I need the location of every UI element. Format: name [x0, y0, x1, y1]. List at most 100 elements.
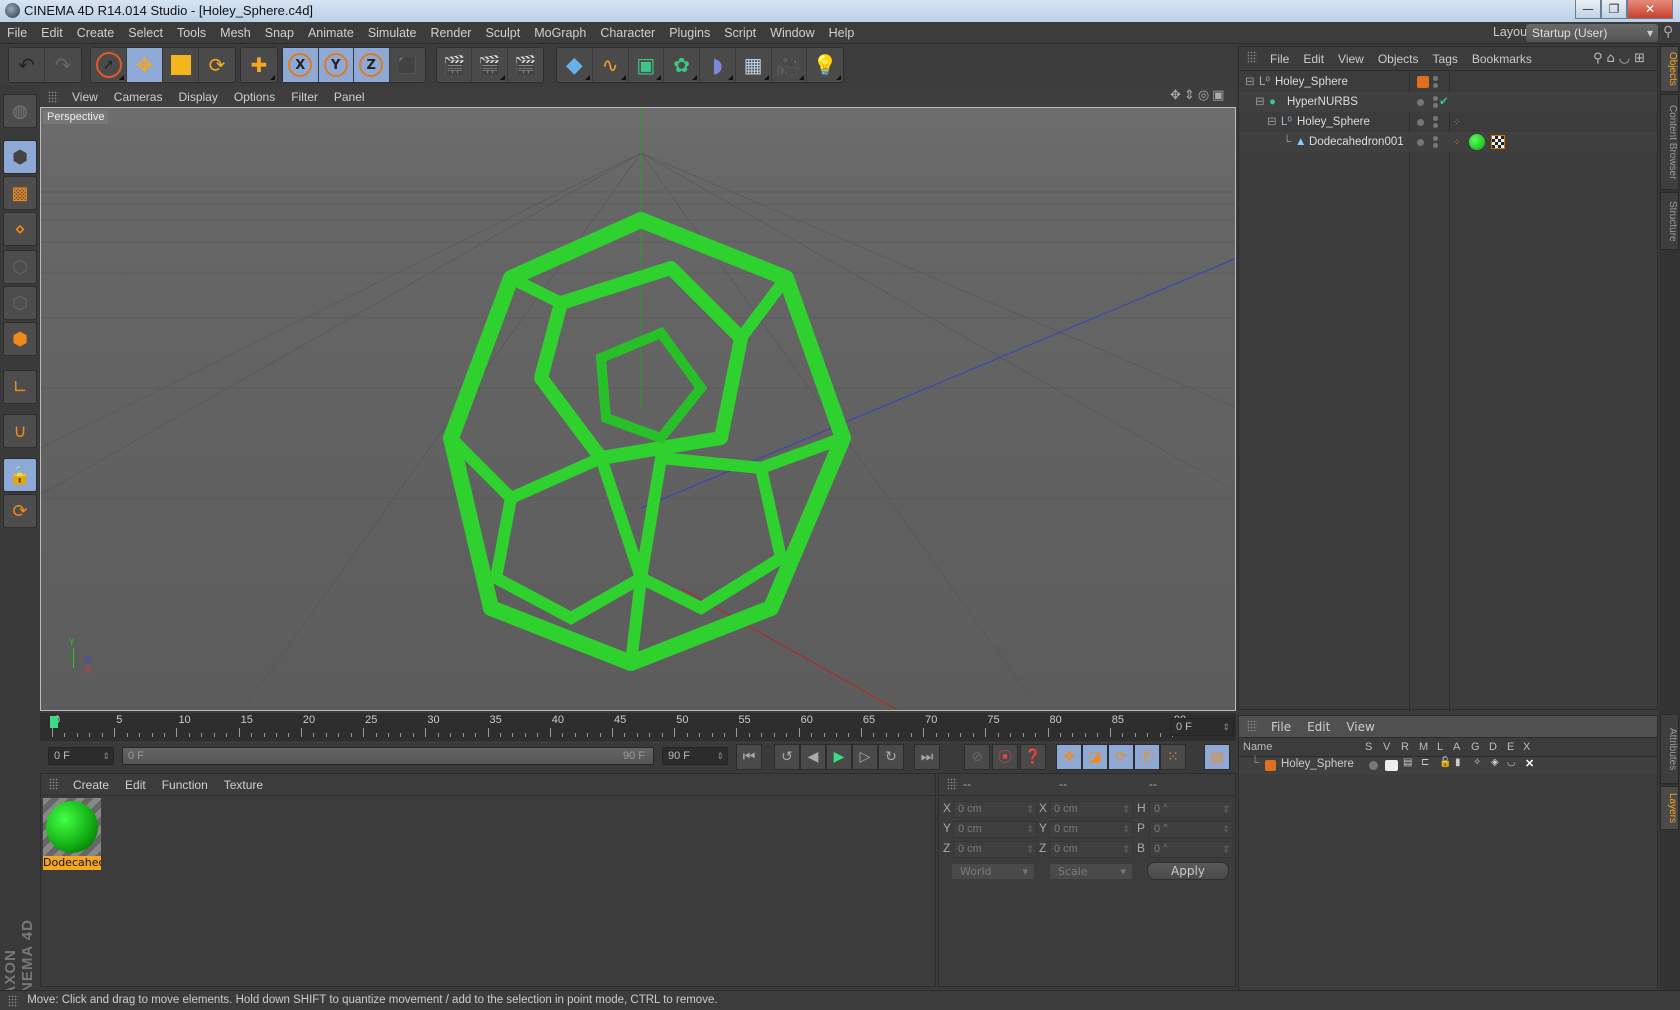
tab-content-browser[interactable]: Content Browser [1660, 94, 1679, 190]
add-deformer-button[interactable]: ◗ [700, 48, 736, 82]
object-menu-view[interactable]: View [1331, 47, 1371, 71]
object-row[interactable]: ⊟ L⁰ Holey_Sphere ⁘ [1239, 112, 1657, 132]
apply-button[interactable]: Apply [1147, 862, 1229, 880]
collapse-icon[interactable]: ⊟ [1245, 72, 1255, 92]
uvw-tag-icon[interactable] [1491, 135, 1505, 149]
generator-icon[interactable]: ✧ [1473, 757, 1481, 768]
lock-icon[interactable]: 🔓 [1439, 757, 1451, 768]
new-window-icon[interactable]: ⊞ [1634, 51, 1649, 66]
y-axis-lock-button[interactable]: Y [318, 48, 354, 82]
column-solo[interactable]: S [1365, 741, 1372, 753]
phong-tag-icon[interactable]: ⁘ [1453, 132, 1461, 152]
search-icon[interactable]: ⚲ [1663, 24, 1673, 40]
polygons-mode-button[interactable]: ⬢ [3, 322, 37, 356]
rotate-key-button[interactable]: ⟳ [1108, 744, 1134, 770]
move-tool-button[interactable]: ✥ [127, 48, 163, 82]
play-button[interactable]: ▶ [826, 744, 852, 770]
pos-y-field[interactable]: 0 cm [953, 821, 1037, 838]
end-frame-field[interactable]: 90 F ⇕ [662, 747, 728, 765]
snap-button[interactable]: ∪ [3, 414, 37, 448]
viewport-menu-filter[interactable]: Filter [283, 87, 326, 107]
viewport-menu-view[interactable]: View [64, 87, 106, 107]
layer-menu-view[interactable]: View [1338, 716, 1382, 738]
expression-icon[interactable]: ◡ [1507, 757, 1516, 768]
model-mode-button[interactable]: ⬢ [3, 140, 37, 174]
viewport-menu-options[interactable]: Options [226, 87, 283, 107]
timeline-window-button[interactable]: ▤ [1204, 744, 1230, 770]
size-y-field[interactable]: 0 cm [1049, 821, 1133, 838]
orbit-icon[interactable]: ◎ [1198, 88, 1212, 103]
column-render[interactable]: R [1401, 741, 1409, 753]
solo-toggle[interactable] [1369, 761, 1378, 770]
camera-label[interactable]: Perspective [43, 110, 109, 124]
menu-animate[interactable]: Animate [301, 22, 361, 44]
layer-menu-file[interactable]: File [1263, 716, 1299, 738]
redo-button[interactable]: ↷ [45, 48, 81, 82]
material-menu-create[interactable]: Create [65, 774, 117, 796]
layer-menu-edit[interactable]: Edit [1299, 716, 1338, 738]
dodecahedron-object[interactable] [443, 212, 851, 671]
autokey-button[interactable]: ⊘ [964, 744, 990, 770]
panel-grip-icon[interactable] [1247, 51, 1257, 63]
coordinate-space-dropdown[interactable]: World [951, 863, 1035, 880]
material-menu-texture[interactable]: Texture [216, 774, 271, 796]
edges-mode-button[interactable]: ⬡ [3, 286, 37, 320]
layer-color-swatch[interactable] [1265, 760, 1276, 771]
current-frame-field[interactable]: 0 F ⇕ [1170, 718, 1234, 736]
column-locked[interactable]: L [1437, 741, 1443, 753]
material-swatch[interactable]: Dodecahec [43, 798, 101, 870]
editor-visibility-dot[interactable] [1433, 76, 1438, 81]
layout-dropdown[interactable]: Startup (User) [1526, 24, 1658, 42]
pan-icon[interactable]: ✥ [1170, 88, 1184, 103]
menu-render[interactable]: Render [423, 22, 478, 44]
layer-dot[interactable] [1417, 139, 1424, 146]
add-light-button[interactable]: 💡 [807, 48, 843, 82]
object-row[interactable]: ⊟ ● HyperNURBS ✔ [1239, 92, 1657, 112]
layer-dot[interactable] [1417, 119, 1424, 126]
menu-mograph[interactable]: MoGraph [527, 22, 593, 44]
coordinate-system-button[interactable]: ⬛ [390, 48, 425, 82]
eye-icon[interactable]: ◡ [1619, 51, 1634, 66]
minimize-button[interactable]: — [1575, 0, 1601, 19]
manager-tree-icon[interactable]: ⊏ [1421, 757, 1429, 768]
pos-z-field[interactable]: 0 cm [953, 841, 1037, 858]
collapse-icon[interactable]: ⊟ [1255, 92, 1265, 112]
rot-h-field[interactable]: 0 ° [1149, 801, 1233, 818]
material-menu-function[interactable]: Function [154, 774, 216, 796]
next-key-button[interactable]: ↻ [878, 744, 904, 770]
column-generators[interactable]: G [1471, 741, 1480, 753]
menu-tools[interactable]: Tools [170, 22, 213, 44]
deformer-icon[interactable]: ◈ [1491, 757, 1499, 768]
column-xref[interactable]: X [1523, 741, 1530, 753]
menu-script[interactable]: Script [717, 22, 763, 44]
add-scene-button[interactable]: ▦ [736, 48, 772, 82]
next-frame-button[interactable]: ▷ [852, 744, 878, 770]
record-button[interactable]: ⦿ [992, 744, 1018, 770]
column-expressions[interactable]: E [1507, 741, 1514, 753]
frame-range-slider[interactable]: 0 F 90 F [122, 747, 654, 765]
move-key-button[interactable]: ✥ [1056, 744, 1082, 770]
panel-grip-icon[interactable] [947, 778, 957, 790]
3d-viewport[interactable]: Perspective Y Z X [40, 107, 1236, 711]
undo-button[interactable]: ↶ [9, 48, 45, 82]
object-row[interactable]: └ ▲ Dodecahedron001 ⁘ [1239, 132, 1657, 152]
render-picture-viewer-button[interactable]: 🎬 [472, 48, 508, 82]
rot-p-field[interactable]: 0 ° [1149, 821, 1233, 838]
make-editable-button[interactable]: ◍ [3, 94, 37, 128]
collapse-icon[interactable]: ⊟ [1267, 112, 1277, 132]
search-icon[interactable]: ⚲ [1593, 51, 1607, 66]
phong-tag-icon[interactable]: ⁘ [1453, 112, 1461, 132]
playhead[interactable] [50, 716, 58, 728]
go-to-start-button[interactable]: ⏮ [736, 744, 762, 770]
layer-dot[interactable] [1417, 99, 1424, 106]
pos-x-field[interactable]: 0 cm [953, 801, 1037, 818]
render-visibility-dot[interactable] [1433, 103, 1438, 108]
menu-simulate[interactable]: Simulate [361, 22, 424, 44]
enabled-checkmark-icon[interactable]: ✔ [1439, 92, 1449, 112]
menu-file[interactable]: File [0, 22, 34, 44]
size-x-field[interactable]: 0 cm [1049, 801, 1133, 818]
tab-layers[interactable]: Layers [1660, 786, 1679, 830]
viewport-menu-display[interactable]: Display [170, 87, 225, 107]
material-menu-edit[interactable]: Edit [117, 774, 154, 796]
live-selection-button[interactable]: ➚ [91, 48, 127, 82]
